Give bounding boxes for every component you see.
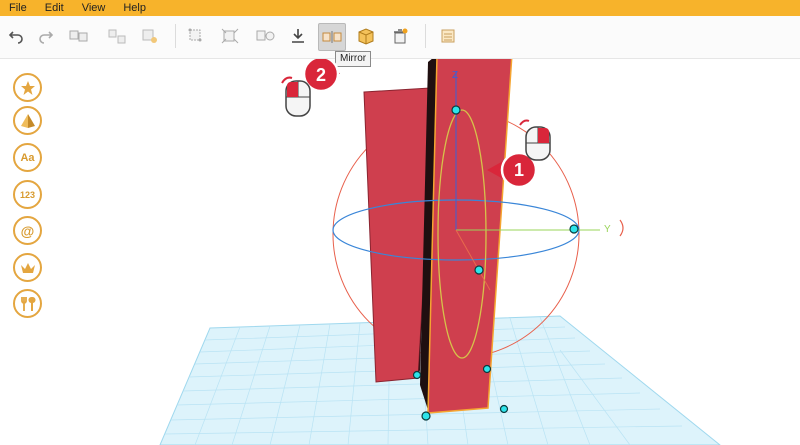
3d-viewport[interactable]: Z Y 1 2 (0, 59, 800, 445)
favorites-button[interactable] (13, 73, 42, 102)
svg-text:1: 1 (514, 160, 524, 180)
group-button[interactable] (66, 23, 92, 49)
handle-bottom-2 (482, 364, 492, 374)
set-on-ground-button[interactable] (285, 23, 311, 49)
numbers-button[interactable]: 123 (13, 180, 42, 209)
menu-bar: File Edit View Help (0, 0, 800, 16)
group-icon (69, 30, 88, 42)
smart-button[interactable] (217, 23, 243, 49)
explode-button[interactable] (353, 23, 379, 49)
tools-button[interactable] (13, 289, 42, 318)
undo-button[interactable] (3, 23, 29, 49)
trash-icon (394, 28, 408, 44)
toolbar-separator (175, 24, 176, 48)
handle-right (569, 224, 579, 234)
handle-bottom-1 (412, 370, 422, 380)
toolbar-separator (425, 24, 426, 48)
at-icon: @ (20, 222, 35, 239)
menu-file[interactable]: File (0, 0, 36, 16)
handle-center (474, 265, 484, 275)
redo-icon (39, 31, 54, 44)
pyramid-icon (20, 113, 35, 128)
text-icon: Aa (20, 151, 35, 164)
dimension-icon (256, 30, 275, 41)
mirror-icon (322, 31, 342, 43)
handle-bottom-4 (499, 404, 509, 414)
numbers-icon: 123 (19, 189, 36, 200)
y-axis-label: Y (604, 224, 611, 235)
list-icon (441, 29, 455, 43)
rotate-arrow (619, 219, 624, 237)
measure-button[interactable] (183, 23, 209, 49)
crown-icon (20, 262, 35, 273)
handle-bottom-3 (421, 411, 431, 421)
redo-button[interactable] (33, 23, 59, 49)
smart-icon (221, 28, 239, 44)
align-icon (142, 29, 157, 43)
left-click-mouse-icon (281, 76, 311, 117)
dimension-button[interactable] (253, 23, 279, 49)
shapes-button[interactable] (13, 106, 42, 135)
ungroup-icon (108, 29, 126, 44)
z-axis-label: Z (452, 70, 458, 81)
ungroup-button[interactable] (104, 23, 130, 49)
list-button[interactable] (435, 23, 461, 49)
menu-view[interactable]: View (73, 0, 115, 16)
tools-icon (20, 296, 36, 311)
text-button[interactable]: Aa (13, 143, 42, 172)
mirror-button[interactable] (318, 23, 346, 51)
svg-text:2: 2 (316, 65, 326, 85)
clear-button[interactable] (387, 23, 413, 49)
measure-icon (188, 28, 202, 42)
star-icon (20, 80, 35, 95)
symbols-button[interactable]: @ (13, 216, 42, 245)
menu-edit[interactable]: Edit (36, 0, 73, 16)
menu-help[interactable]: Help (114, 0, 155, 16)
handle-top (451, 105, 461, 115)
box-icon (358, 28, 374, 45)
download-icon (292, 29, 304, 43)
undo-icon (8, 31, 23, 44)
toolbar (0, 16, 800, 59)
align-button[interactable] (137, 23, 163, 49)
miniatures-button[interactable] (13, 253, 42, 282)
